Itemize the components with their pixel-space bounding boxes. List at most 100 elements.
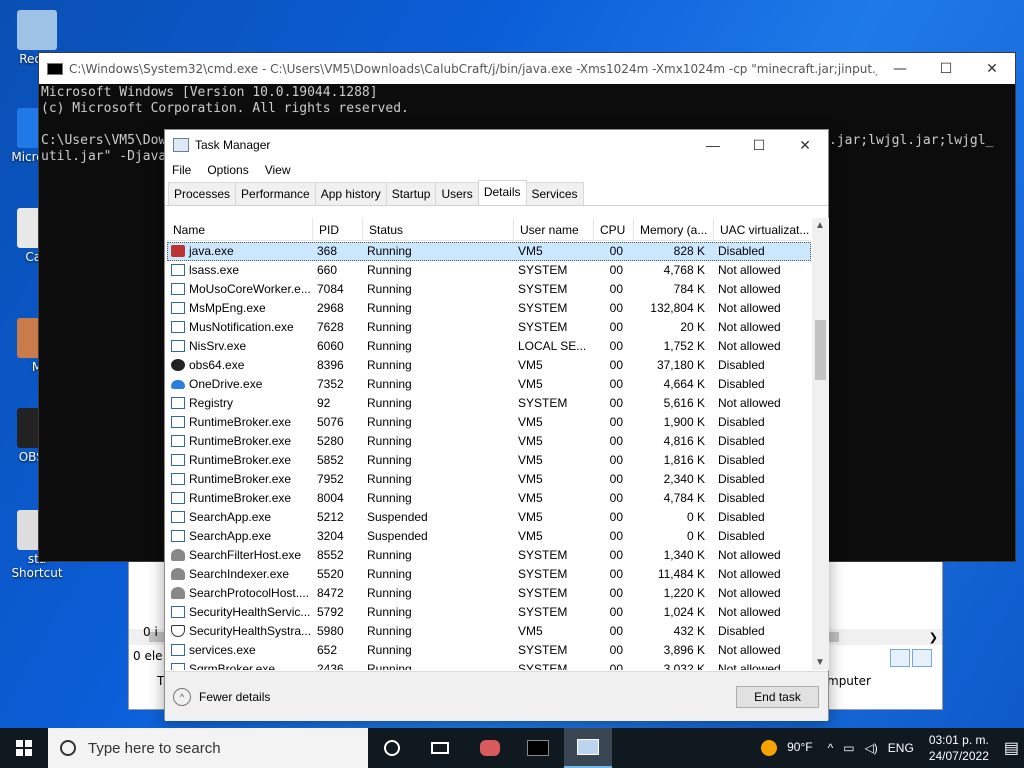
table-row[interactable]: obs64.exe 8396 Running VM5 00 37,180 K Disable…: [167, 356, 811, 375]
maximize-button[interactable]: ☐: [923, 53, 969, 84]
clock-time: 03:01 p. m.: [928, 733, 989, 747]
table-row[interactable]: SearchIndexer.exe 5520 Running SYSTEM 00 11,4…: [167, 565, 811, 584]
uac-cell: Disabled: [718, 358, 765, 372]
user-cell: VM5: [518, 377, 543, 391]
tab-startup[interactable]: Startup: [385, 182, 437, 205]
table-row[interactable]: RuntimeBroker.exe 5280 Running VM5 00 4,816 K…: [167, 432, 811, 451]
close-button[interactable]: ✕: [782, 130, 828, 161]
status-cell: Running: [367, 586, 412, 600]
cmd-titlebar[interactable]: C:\Windows\System32\cmd.exe - C:\Users\V…: [39, 53, 1015, 84]
table-row[interactable]: SearchProtocolHost.... 8472 Running SYSTEM 0…: [167, 584, 811, 603]
process-name: SearchApp.exe: [189, 529, 272, 543]
table-row[interactable]: services.exe 652 Running SYSTEM 00 3,896 K Not…: [167, 641, 811, 660]
notification-icon[interactable]: ▤: [1004, 738, 1019, 758]
fewer-details-button[interactable]: ^ Fewer details: [173, 688, 270, 706]
scrollbar-thumb[interactable]: [815, 320, 826, 380]
col-memory[interactable]: Memory (a...: [634, 218, 714, 241]
cmd-title: C:\Windows\System32\cmd.exe - C:\Users\V…: [69, 61, 877, 76]
minimize-button[interactable]: —: [877, 53, 923, 84]
pid-cell: 8004: [317, 491, 344, 505]
status-cell: Running: [367, 491, 412, 505]
view-buttons[interactable]: [888, 649, 934, 669]
language-indicator[interactable]: ENG: [888, 741, 914, 755]
process-name-cell: RuntimeBroker.exe: [171, 415, 311, 429]
tab-app-history[interactable]: App history: [314, 182, 387, 205]
details-view-icon[interactable]: [890, 649, 910, 667]
tab-services[interactable]: Services: [525, 182, 584, 205]
menu-options[interactable]: Options: [207, 163, 248, 177]
table-row[interactable]: RuntimeBroker.exe 7952 Running VM5 00 2,340 K…: [167, 470, 811, 489]
cortana-icon[interactable]: [368, 728, 416, 768]
scroll-down-icon[interactable]: ▼: [815, 657, 825, 668]
col-uac[interactable]: UAC virtualizat...: [714, 218, 811, 241]
show-hidden-icons[interactable]: ^: [828, 741, 834, 755]
table-row[interactable]: Registry 92 Running SYSTEM 00 5,616 K Not allo…: [167, 394, 811, 413]
weather-widget[interactable]: 90°F: [756, 740, 817, 756]
menu-view[interactable]: View: [265, 163, 291, 177]
table-row[interactable]: java.exe 368 Running VM5 00 828 K Disabled: [167, 242, 811, 261]
uac-cell: Disabled: [718, 491, 765, 505]
process-name: SearchIndexer.exe: [189, 567, 290, 581]
process-icon: [171, 264, 185, 276]
table-row[interactable]: SearchFilterHost.exe 8552 Running SYSTEM 00 1…: [167, 546, 811, 565]
vertical-scrollbar[interactable]: ▲ ▼: [812, 218, 829, 670]
process-icon: [171, 283, 185, 295]
volume-icon[interactable]: ◁): [865, 741, 878, 755]
sort-up-icon: ^: [233, 218, 237, 222]
table-row[interactable]: MusNotification.exe 7628 Running SYSTEM 00 20…: [167, 318, 811, 337]
col-user[interactable]: User name: [514, 218, 594, 241]
table-row[interactable]: RuntimeBroker.exe 5076 Running VM5 00 1,900 K…: [167, 413, 811, 432]
process-icon: [171, 549, 185, 561]
tab-details[interactable]: Details: [477, 180, 527, 205]
table-row[interactable]: SgrmBroker.exe 2436 Running SYSTEM 00 3,032 K…: [167, 660, 811, 670]
process-name-cell: SecurityHealthServic...: [171, 605, 311, 619]
table-row[interactable]: RuntimeBroker.exe 5852 Running VM5 00 1,816 K…: [167, 451, 811, 470]
clock[interactable]: 03:01 p. m. 24/07/2022: [929, 732, 989, 764]
table-row[interactable]: OneDrive.exe 7352 Running VM5 00 4,664 K Disab…: [167, 375, 811, 394]
status-cell: Running: [367, 358, 412, 372]
cpu-cell: 00: [609, 320, 623, 334]
task-view-icon[interactable]: [416, 728, 464, 768]
table-row[interactable]: SearchApp.exe 5212 Suspended VM5 00 0 K Disabl…: [167, 508, 811, 527]
table-row[interactable]: MsMpEng.exe 2968 Running SYSTEM 00 132,804 K N…: [167, 299, 811, 318]
tab-processes[interactable]: Processes: [168, 182, 237, 205]
process-icon: [171, 625, 185, 637]
table-row[interactable]: SearchApp.exe 3204 Suspended VM5 00 0 K Disabl…: [167, 527, 811, 546]
table-row[interactable]: SecurityHealthServic... 5792 Running SYSTEM…: [167, 603, 811, 622]
task-manager-titlebar[interactable]: Task Manager — ☐ ✕: [165, 130, 828, 160]
memory-cell: 3,032 K: [663, 662, 705, 670]
menu-file[interactable]: File: [172, 163, 191, 177]
col-pid[interactable]: PID: [313, 218, 363, 241]
minimize-button[interactable]: —: [690, 130, 736, 161]
table-row[interactable]: SecurityHealthSystra... 5980 Running VM5 00 4…: [167, 622, 811, 641]
process-icon: [171, 587, 185, 599]
table-row[interactable]: lsass.exe 660 Running SYSTEM 00 4,768 K Not al…: [167, 261, 811, 280]
scroll-up-icon[interactable]: ▲: [815, 220, 825, 231]
process-name: SearchApp.exe: [189, 510, 272, 524]
pid-cell: 5212: [317, 510, 344, 524]
table-row[interactable]: NisSrv.exe 6060 Running LOCAL SE... 00 1,752 …: [167, 337, 811, 356]
scroll-right-icon[interactable]: ❯: [929, 631, 938, 644]
maximize-button[interactable]: ☐: [736, 130, 782, 161]
end-task-button[interactable]: End task: [736, 686, 819, 708]
network-icon[interactable]: ▭: [843, 741, 854, 755]
close-button[interactable]: ✕: [969, 53, 1015, 84]
process-name-cell: MsMpEng.exe: [171, 301, 311, 315]
col-status[interactable]: Status: [363, 218, 514, 241]
table-row[interactable]: MoUsoCoreWorker.e... 7084 Running SYSTEM 00 7…: [167, 280, 811, 299]
search-box[interactable]: Type here to search: [48, 728, 368, 768]
status-cell: Running: [367, 434, 412, 448]
taskbar: Type here to search 90°F ^ ▭ ◁) ENG 03:0…: [0, 728, 1024, 768]
tab-users[interactable]: Users: [435, 182, 479, 205]
task-manager-window[interactable]: Task Manager — ☐ ✕ File Options View Pro…: [164, 129, 829, 721]
col-cpu[interactable]: CPU: [594, 218, 634, 241]
paint-app-icon[interactable]: [466, 728, 514, 768]
col-name[interactable]: Name: [167, 218, 313, 241]
start-button[interactable]: [0, 728, 48, 768]
task-manager-taskbar-icon[interactable]: [564, 728, 612, 768]
cmd-taskbar-icon[interactable]: [514, 728, 562, 768]
tiles-view-icon[interactable]: [912, 649, 932, 667]
table-row[interactable]: RuntimeBroker.exe 8004 Running VM5 00 4,784 K…: [167, 489, 811, 508]
pid-cell: 5520: [317, 567, 344, 581]
tab-performance[interactable]: Performance: [235, 182, 316, 205]
